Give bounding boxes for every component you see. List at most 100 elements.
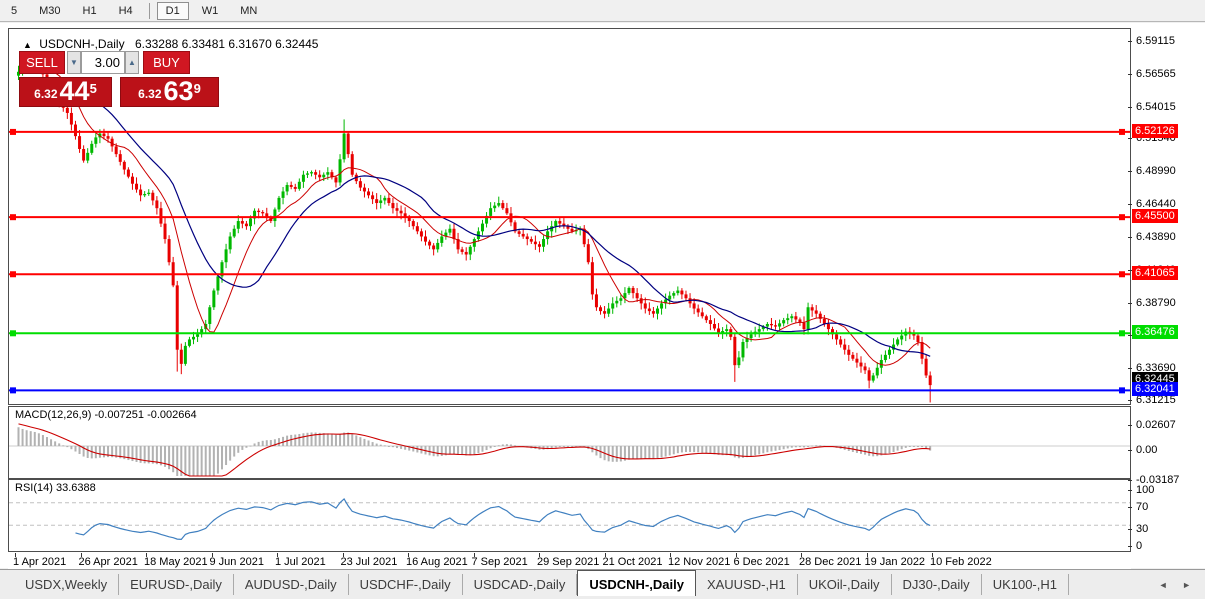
date-tick-mark: [342, 553, 344, 557]
timeframe-button-w1[interactable]: W1: [193, 2, 228, 20]
sell-button[interactable]: SELL: [19, 51, 65, 74]
date-tick-mark: [473, 553, 475, 557]
date-tick-mark: [80, 553, 82, 557]
chart-tab-bar: USDX,Weekly EURUSD-,Daily AUDUSD-,Daily USD…: [0, 569, 1205, 599]
rsi-axis-label: 30: [1136, 523, 1149, 536]
timeframe-button-5[interactable]: 5: [2, 2, 26, 20]
price-tick-label: 6.54015: [1136, 100, 1176, 113]
level-price-label: 6.52126: [1132, 123, 1178, 138]
rsi-axis-label: 70: [1136, 500, 1149, 513]
date-tick-label: 28 Dec 2021: [799, 556, 862, 568]
rsi-label: RSI(14) 33.6388: [15, 482, 96, 494]
timeframe-button-m30[interactable]: M30: [30, 2, 69, 20]
chart-tab-ukoil-daily[interactable]: UKOil-,Daily: [798, 574, 892, 595]
main-chart-panel[interactable]: ▲ USDCNH-,Daily 6.33288 6.33481 6.31670 …: [8, 28, 1131, 405]
price-tick-label: 6.56565: [1136, 67, 1176, 80]
macd-label: MACD(12,26,9) -0.007251 -0.002664: [15, 409, 197, 421]
date-tick-label: 19 Jan 2022: [864, 556, 926, 568]
date-tick-mark: [211, 553, 213, 557]
date-tick-mark: [670, 553, 671, 557]
date-tick-label: 21 Oct 2021: [602, 556, 663, 568]
chart-tab-usdcad-daily[interactable]: USDCAD-,Daily: [463, 574, 578, 595]
date-tick-mark: [408, 553, 409, 557]
chart-ohlc-values: 6.33288 6.33481 6.31670 6.32445: [134, 37, 319, 51]
date-tick-label: 16 Aug 2021: [406, 556, 468, 568]
rsi-canvas: [9, 497, 1130, 541]
level-price-label: 6.41065: [1132, 266, 1178, 281]
tab-scroll-arrows[interactable]: ◄ ►: [1159, 580, 1197, 590]
buy-price-prefix: 6.32: [138, 87, 162, 101]
price-tick-mark: [1128, 204, 1132, 206]
volume-input[interactable]: [81, 51, 125, 74]
macd-indicator-panel[interactable]: MACD(12,26,9) -0.007251 -0.002664: [8, 406, 1131, 479]
price-tick-mark: [1128, 41, 1132, 42]
chart-tab-eurusd-daily[interactable]: EURUSD-,Daily: [119, 574, 234, 595]
volume-increase-button[interactable]: ▲: [125, 51, 139, 74]
chart-tab-xauusd-h1[interactable]: XAUUSD-,H1: [696, 574, 798, 595]
sell-price-big: 44: [59, 76, 90, 106]
sell-price-prefix: 6.32: [34, 87, 58, 101]
price-axis[interactable]: 6.59115 6.56565 6.54015 6.51540 6.48990 6.464…: [1128, 28, 1205, 568]
timeframe-button-h1[interactable]: H1: [74, 2, 106, 20]
price-tick-label: 6.59115: [1136, 35, 1175, 47]
price-tick-mark: [1128, 399, 1132, 401]
mt4-terminal: 5 M30 H1 H4 D1 W1 MN ▲ USDCNH-,Daily 6.33288 6…: [0, 0, 1205, 599]
date-tick-label: 10 Feb 2022: [930, 556, 992, 568]
rsi-tick-mark: [1128, 546, 1132, 547]
date-tick-label: 1 Apr 2021: [13, 556, 67, 568]
date-tick-mark: [539, 553, 540, 557]
timeframe-button-d1[interactable]: D1: [156, 1, 189, 20]
macd-axis-label: 0.00: [1136, 444, 1158, 456]
volume-decrease-button[interactable]: ▼: [67, 51, 81, 74]
date-tick-label: 7 Sep 2021: [471, 556, 528, 568]
date-tick-mark: [604, 553, 606, 557]
macd-tick-mark: [1128, 480, 1132, 481]
price-tick-mark: [1128, 368, 1132, 370]
sell-price-box[interactable]: 6.32 44 5: [19, 77, 112, 107]
chart-tab-usdchf-daily[interactable]: USDCHF-,Daily: [349, 574, 463, 595]
chart-window: ▲ USDCNH-,Daily 6.33288 6.33481 6.31670 …: [0, 23, 1205, 569]
rsi-tick-mark: [1128, 529, 1132, 531]
date-tick-label: 26 Apr 2021: [78, 556, 138, 568]
price-tick-mark: [1128, 106, 1132, 108]
chart-symbol-label: USDCNH-,Daily: [39, 37, 125, 51]
buy-price-sup: 9: [193, 81, 201, 96]
rsi-tick-mark: [1128, 490, 1132, 491]
toolbar-separator: [148, 2, 150, 19]
buy-price-box[interactable]: 6.32 63 9: [120, 77, 219, 107]
chart-tab-usdcnh-daily[interactable]: USDCNH-,Daily: [577, 569, 696, 596]
price-tick-mark: [1128, 73, 1132, 75]
date-tick-mark: [735, 553, 737, 557]
date-tick-label: 9 Jun 2021: [209, 556, 264, 568]
chart-tab-usdx-weekly[interactable]: USDX,Weekly: [14, 574, 120, 595]
chart-tab-audusd-daily[interactable]: AUDUSD-,Daily: [234, 574, 349, 595]
level-price-label: 6.32041: [1132, 382, 1178, 397]
rsi-axis-label: 0: [1136, 540, 1143, 552]
date-tick-label: 29 Sep 2021: [537, 556, 600, 568]
chart-tab-uk100-h1[interactable]: UK100-,H1: [982, 574, 1069, 595]
date-tick-label: 1 Jul 2021: [275, 556, 326, 568]
date-tick-label: 18 May 2021: [144, 556, 208, 568]
chart-tab-dj30-daily[interactable]: DJ30-,Daily: [892, 574, 982, 595]
price-tick-label: 6.43890: [1136, 230, 1176, 243]
price-tick-mark: [1128, 171, 1132, 173]
buy-button[interactable]: BUY: [143, 51, 190, 74]
timeframe-button-h4[interactable]: H4: [110, 2, 142, 20]
buy-price-big: 63: [163, 76, 194, 106]
macd-axis-label: 0.02607: [1136, 419, 1176, 432]
chart-title: ▲ USDCNH-,Daily 6.33288 6.33481 6.31670 …: [23, 37, 318, 51]
rsi-axis-label: 100: [1136, 484, 1155, 496]
timeframe-toolbar: 5 M30 H1 H4 D1 W1 MN: [0, 0, 1205, 22]
date-axis[interactable]: 1 Apr 2021 26 Apr 2021 18 May 2021 9 Jun 20…: [8, 553, 1131, 569]
price-tick-label: 6.38790: [1136, 296, 1176, 309]
price-tick-mark: [1128, 138, 1132, 140]
level-price-label: 6.36476: [1132, 325, 1178, 340]
sell-price-sup: 5: [89, 81, 97, 96]
collapse-triangle-icon[interactable]: ▲: [23, 40, 32, 50]
one-click-trade-panel: SELL ▼ ▲ BUY 6.32445 6.32639: [19, 51, 219, 129]
rsi-indicator-panel[interactable]: RSI(14) 33.6388: [8, 479, 1131, 552]
date-tick-mark: [277, 553, 278, 557]
date-tick-label: 23 Jul 2021: [340, 556, 398, 568]
timeframe-button-mn[interactable]: MN: [231, 2, 266, 20]
price-tick-label: 6.48990: [1136, 165, 1176, 178]
